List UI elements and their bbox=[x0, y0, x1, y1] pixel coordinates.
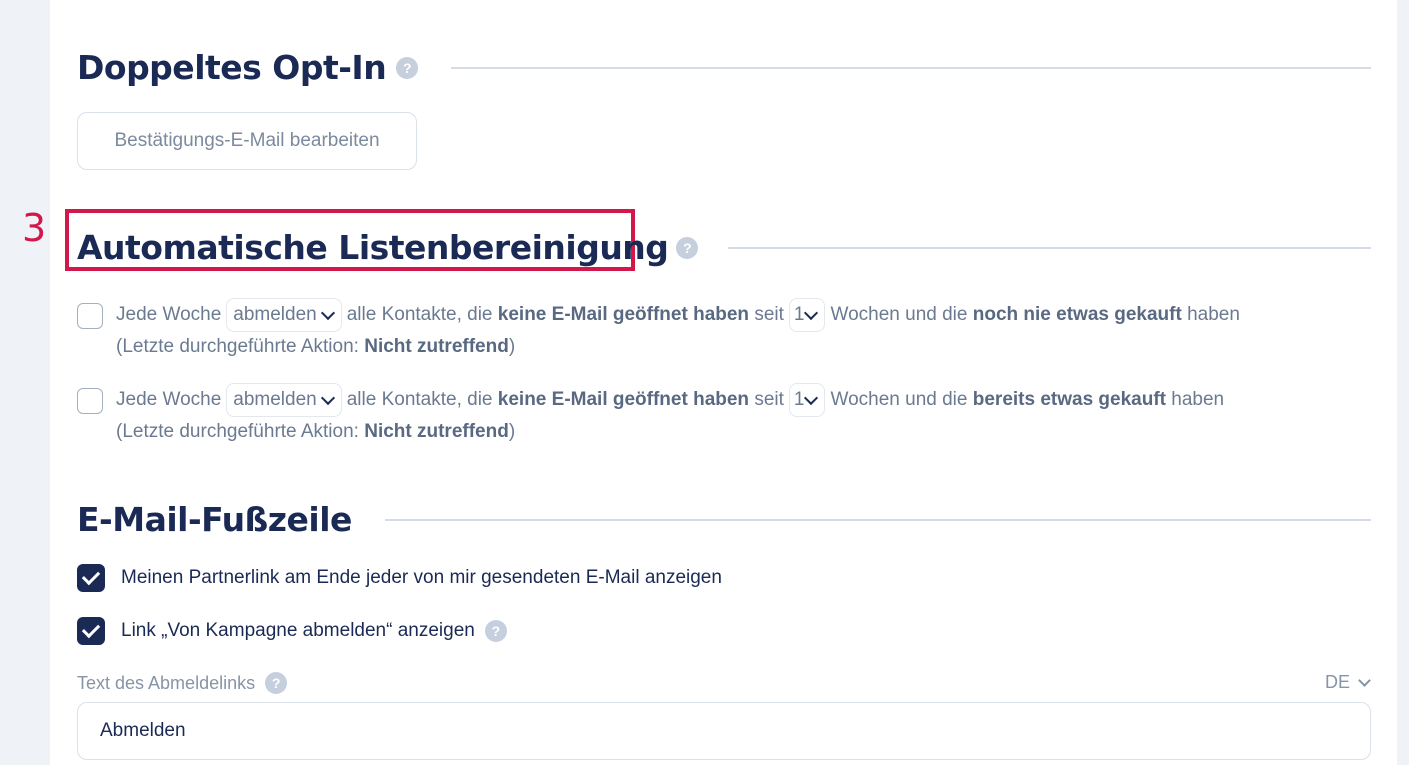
last-action-suffix: ) bbox=[508, 421, 516, 442]
last-action-label: (Letzte durchgeführte Aktion: bbox=[116, 336, 359, 357]
weeks-select-value: 1 bbox=[793, 389, 805, 410]
chevron-down-icon bbox=[804, 390, 819, 405]
partner-link-label: Meinen Partnerlink am Ende jeder von mir… bbox=[121, 567, 722, 588]
cleanup-rule-text: Jede Woche abmelden alle Kontakte, die k… bbox=[116, 383, 1224, 447]
help-icon[interactable]: ? bbox=[265, 672, 288, 694]
last-action-value: Nicht zutreffend bbox=[364, 336, 509, 357]
cleanup-rule: Jede Woche abmelden alle Kontakte, die k… bbox=[77, 298, 1240, 362]
action-select-value: abmelden bbox=[233, 389, 317, 410]
rule-prefix: Jede Woche bbox=[116, 304, 222, 325]
checkbox-checked[interactable] bbox=[77, 617, 105, 645]
cleanup-rule-text: Jede Woche abmelden alle Kontakte, die k… bbox=[116, 298, 1240, 362]
chevron-down-icon bbox=[320, 305, 335, 320]
section-divider bbox=[384, 518, 1371, 521]
help-icon[interactable]: ? bbox=[484, 620, 507, 642]
language-select[interactable]: DE bbox=[1324, 672, 1371, 693]
double-opt-in-header: Doppeltes Opt-In ? bbox=[77, 48, 1371, 87]
last-action-label: (Letzte durchgeführte Aktion: bbox=[116, 421, 359, 442]
rule-text-part: haben bbox=[1171, 389, 1225, 410]
last-action-suffix: ) bbox=[508, 336, 516, 357]
weeks-select-value: 1 bbox=[793, 304, 805, 325]
rule-text-part: Wochen und die bbox=[830, 304, 968, 325]
checkbox-checked[interactable] bbox=[77, 564, 105, 592]
unsubscribe-text-label: Text des Abmeldelinks ? bbox=[77, 672, 288, 694]
chevron-down-icon bbox=[804, 305, 819, 320]
unsubscribe-link-option[interactable]: Link „Von Kampagne abmelden“ anzeigen ? bbox=[77, 617, 507, 645]
weeks-select[interactable]: 1 bbox=[788, 298, 826, 332]
partner-link-option[interactable]: Meinen Partnerlink am Ende jeder von mir… bbox=[77, 564, 722, 592]
rule-text-part: alle Kontakte, die bbox=[346, 304, 493, 325]
cleanup-rule-checkbox[interactable] bbox=[77, 388, 103, 414]
rule-text-part: Wochen und die bbox=[830, 389, 968, 410]
rule-bold-text: keine E-Mail geöffnet haben bbox=[497, 389, 750, 410]
check-icon bbox=[81, 619, 101, 639]
unsubscribe-text-label-text: Text des Abmeldelinks bbox=[77, 672, 256, 693]
rule-text-part: alle Kontakte, die bbox=[346, 389, 493, 410]
rule-text-part: seit bbox=[754, 389, 784, 410]
action-select[interactable]: abmelden bbox=[226, 383, 342, 417]
edit-confirmation-email-button[interactable]: Bestätigungs-E-Mail bearbeiten bbox=[77, 112, 417, 170]
rule-bold-text: noch nie etwas gekauft bbox=[972, 304, 1182, 325]
chevron-down-icon bbox=[1358, 673, 1371, 687]
cleanup-rule: Jede Woche abmelden alle Kontakte, die k… bbox=[77, 383, 1224, 447]
auto-cleanup-header: Automatische Listenbereinigung ? bbox=[77, 228, 1371, 267]
cleanup-rule-checkbox[interactable] bbox=[77, 303, 103, 329]
email-footer-header: E-Mail-Fußzeile bbox=[77, 500, 1371, 539]
check-icon bbox=[81, 566, 101, 586]
chevron-down-icon bbox=[320, 390, 335, 405]
action-select-value: abmelden bbox=[233, 304, 317, 325]
rule-text-part: seit bbox=[754, 304, 784, 325]
help-icon[interactable]: ? bbox=[676, 236, 699, 259]
auto-cleanup-title: Automatische Listenbereinigung bbox=[77, 228, 669, 267]
help-icon[interactable]: ? bbox=[396, 56, 419, 79]
rule-bold-text: bereits etwas gekauft bbox=[972, 389, 1166, 410]
section-divider bbox=[728, 246, 1371, 249]
step-number-annotation: 3 bbox=[22, 206, 47, 250]
email-footer-title: E-Mail-Fußzeile bbox=[77, 500, 352, 539]
section-divider bbox=[451, 66, 1371, 69]
language-value: DE bbox=[1324, 672, 1350, 692]
rule-bold-text: keine E-Mail geöffnet haben bbox=[497, 304, 750, 325]
last-action-value: Nicht zutreffend bbox=[364, 421, 509, 442]
action-select[interactable]: abmelden bbox=[226, 298, 342, 332]
unsubscribe-link-label: Link „Von Kampagne abmelden“ anzeigen bbox=[121, 620, 475, 641]
unsubscribe-text-input[interactable] bbox=[77, 702, 1371, 760]
rule-prefix: Jede Woche bbox=[116, 389, 222, 410]
weeks-select[interactable]: 1 bbox=[788, 383, 826, 417]
rule-text-part: haben bbox=[1187, 304, 1240, 325]
double-opt-in-title: Doppeltes Opt-In bbox=[77, 48, 387, 87]
